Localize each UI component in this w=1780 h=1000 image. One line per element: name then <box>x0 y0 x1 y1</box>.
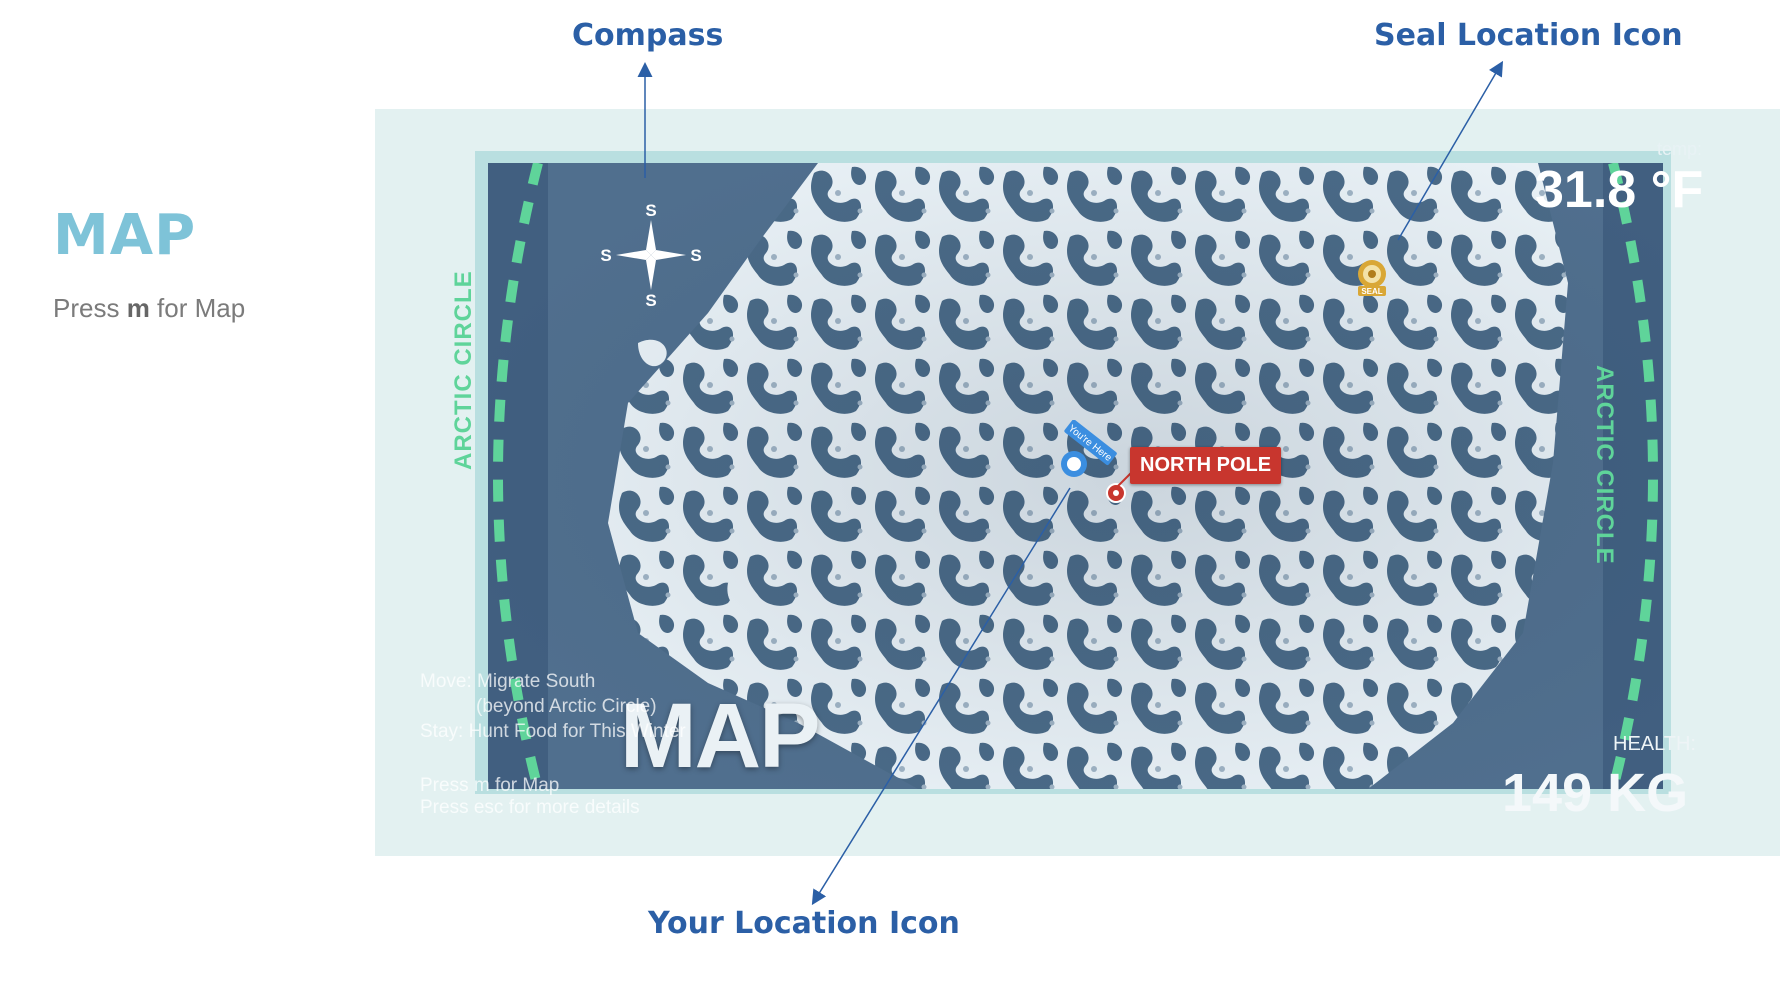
control-move: Move: Migrate South <box>420 671 596 692</box>
control-esc-hint: Press esc for more details <box>420 797 640 818</box>
control-stay: Stay: Hunt Food for This Winter <box>420 721 686 742</box>
slide-subtitle: Press m for Map <box>53 293 245 324</box>
compass-letter-top: S <box>645 201 656 220</box>
subtitle-suffix: for Map <box>149 293 246 323</box>
subtitle-prefix: Press <box>53 293 127 323</box>
seal-location-icon[interactable]: SEAL <box>1354 258 1390 298</box>
control-map-hint: Press m for Map <box>420 775 560 796</box>
health-value: 149 KG <box>1502 763 1689 823</box>
compass-icon: S S S S <box>600 201 701 310</box>
control-move-detail: (beyond Arctic Circle) <box>476 696 657 717</box>
arctic-circle-label-left: ARCTIC CIRCLE <box>450 270 477 470</box>
slide-title: MAP <box>53 203 197 268</box>
your-location-icon[interactable]: You're Here <box>1052 420 1122 480</box>
seal-tag: SEAL <box>1361 287 1382 296</box>
compass-letter-bottom: S <box>645 291 656 310</box>
arctic-circle-label-right: ARCTIC CIRCLE <box>1591 365 1618 565</box>
compass-callout-label: Compass <box>572 18 724 53</box>
seal-callout-label: Seal Location Icon <box>1374 18 1683 53</box>
compass-letter-right: S <box>690 246 701 265</box>
your-location-callout-label: Your Location Icon <box>648 906 960 941</box>
subtitle-key: m <box>126 293 150 323</box>
temperature-value: 31.8 °F <box>1535 161 1704 219</box>
temperature-label: temp: <box>1657 139 1703 159</box>
north-pole-label: NORTH POLE <box>1130 447 1282 484</box>
compass-letter-left: S <box>600 246 611 265</box>
health-label: HEALTH: <box>1613 733 1696 755</box>
